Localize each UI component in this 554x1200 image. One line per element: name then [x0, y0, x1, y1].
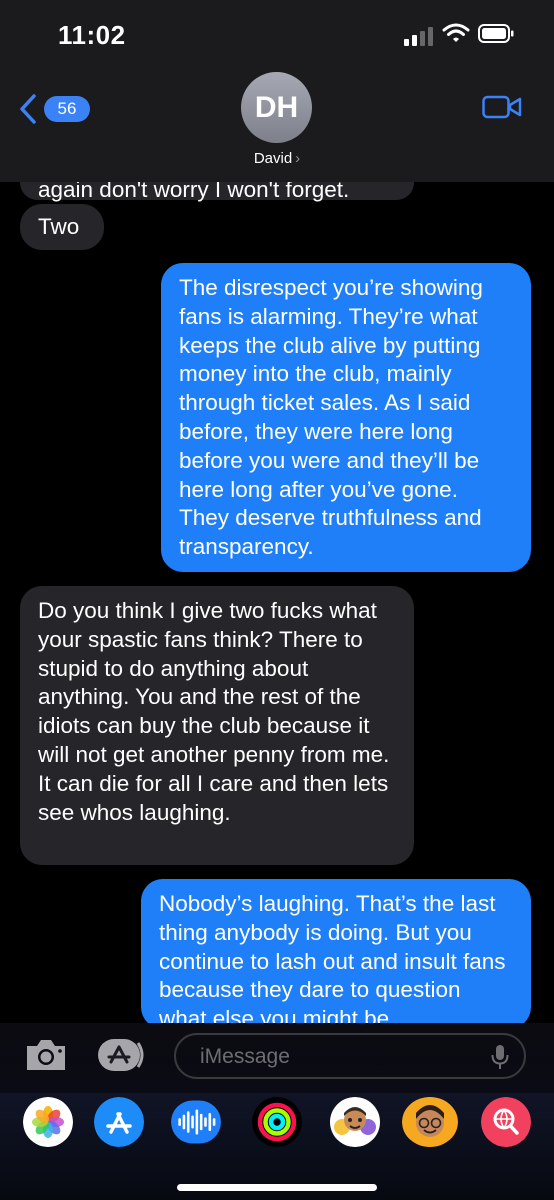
status-bar: 11:02 — [0, 0, 554, 70]
chevron-left-icon — [20, 94, 36, 124]
message-cutoff-area: again don't worry I won't forget. — [0, 182, 554, 202]
message-text: Nobody’s laughing. That’s the last thing… — [159, 891, 506, 1023]
contact-name: David — [253, 150, 293, 167]
wifi-icon — [442, 23, 470, 42]
chevron-right-icon: › — [295, 150, 301, 167]
compose-bar: iMessage — [0, 1023, 554, 1093]
memoji-stickers-icon[interactable] — [328, 1097, 382, 1147]
message-text: Do you think I give two fucks what your … — [38, 598, 390, 825]
fitness-activity-icon[interactable] — [252, 1097, 302, 1147]
status-time: 11:02 — [58, 20, 126, 50]
imessage-input[interactable]: iMessage — [174, 1033, 526, 1079]
contact-name-row[interactable]: David › — [0, 150, 554, 167]
home-indicator[interactable] — [177, 1184, 377, 1191]
message-clip-area: Nobody’s laughing. That’s the last thing… — [0, 879, 554, 1023]
app-store-icon[interactable] — [94, 1097, 144, 1147]
app-store-apps-icon[interactable] — [96, 1037, 150, 1073]
facetime-video-icon[interactable] — [482, 94, 522, 120]
message-bubble-incoming[interactable]: Two — [20, 204, 104, 250]
message-text: again don't worry I won't forget. — [38, 182, 350, 202]
message-bubble-outgoing[interactable]: Nobody’s laughing. That’s the last thing… — [141, 879, 531, 1023]
battery-icon — [478, 24, 514, 43]
input-placeholder: iMessage — [200, 1045, 290, 1068]
back-button[interactable]: 56 — [20, 92, 90, 126]
message-text: Two — [38, 214, 80, 239]
message-bubble-outgoing[interactable]: The disrespect you’re showing fans is al… — [161, 263, 531, 572]
microphone-icon[interactable] — [490, 1044, 510, 1070]
contact-avatar[interactable]: DH — [241, 72, 312, 143]
camera-icon[interactable] — [24, 1037, 68, 1073]
message-text: The disrespect you’re showing fans is al… — [179, 275, 483, 560]
unread-count-badge: 56 — [44, 96, 90, 122]
cellular-signal-icon — [404, 26, 434, 46]
photos-icon[interactable] — [23, 1097, 73, 1147]
web-search-icon[interactable] — [481, 1097, 531, 1147]
message-bubble-incoming[interactable]: again don't worry I won't forget. — [20, 182, 414, 202]
memoji-icon[interactable] — [402, 1097, 458, 1147]
message-bubble-incoming[interactable]: Do you think I give two fucks what your … — [20, 586, 414, 865]
audio-message-icon[interactable] — [171, 1097, 221, 1147]
